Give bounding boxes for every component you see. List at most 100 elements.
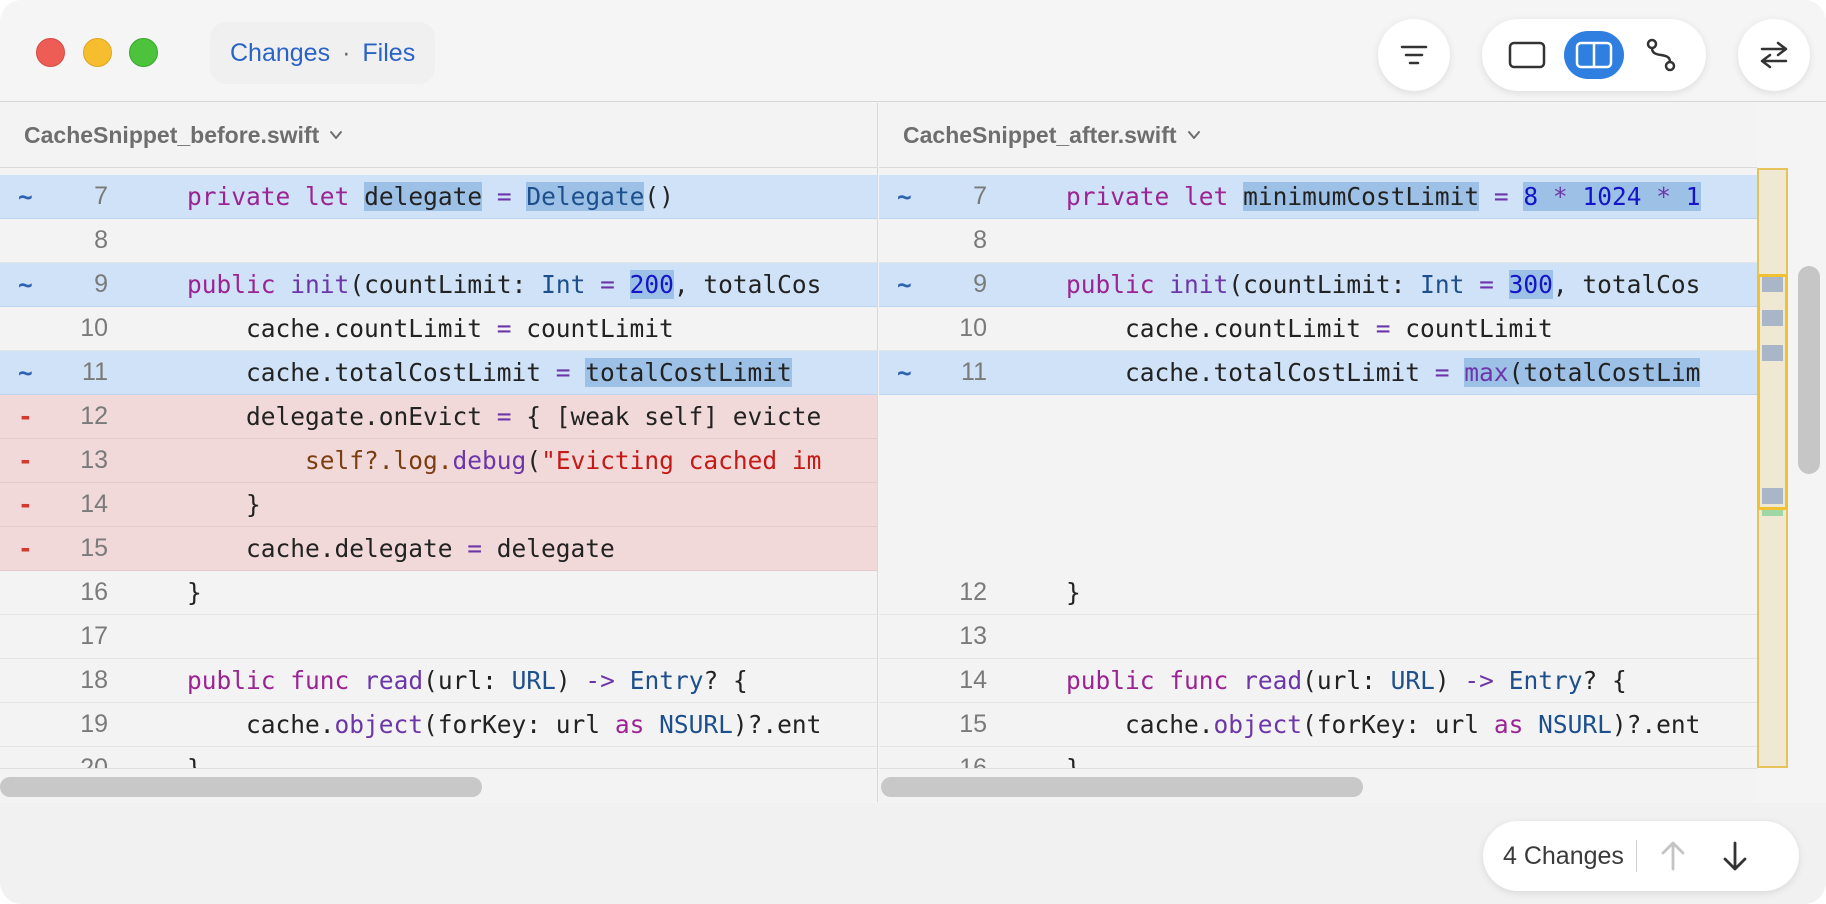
code-text: cache.object(forKey: url as NSURL)?.ent: [1125, 710, 1701, 739]
next-change-button[interactable]: [1709, 830, 1761, 882]
filter-button[interactable]: [1378, 19, 1450, 91]
diff-row[interactable]: - 15 cache.delegate = delegate: [0, 527, 877, 571]
left-horizontal-scrollbar[interactable]: [0, 768, 877, 802]
diff-row[interactable]: 10 cache.countLimit = countLimit: [879, 307, 1757, 351]
code-text: public init(countLimit: Int = 200, total…: [187, 270, 822, 299]
breadcrumb-changes[interactable]: Changes: [230, 39, 330, 68]
right-code-rows: ~ 7 private let minimumCostLimit = 8 * 1…: [879, 175, 1757, 768]
diff-row[interactable]: 12 }: [879, 571, 1757, 615]
minimap-viewport[interactable]: [1757, 274, 1788, 510]
diff-row[interactable]: 15 cache.object(forKey: url as NSURL)?.e…: [879, 703, 1757, 747]
line-number: 19: [80, 710, 108, 738]
change-navigator: 4 Changes: [1483, 821, 1799, 891]
code-text: cache.totalCostLimit = totalCostLimit: [128, 358, 792, 387]
diff-row[interactable]: 19 cache.object(forKey: url as NSURL)?.e…: [0, 703, 877, 747]
diff-minimap[interactable]: [1757, 168, 1788, 768]
diff-row[interactable]: 14 public func read(url: URL) -> Entry? …: [879, 659, 1757, 703]
right-scroll-thumb[interactable]: [881, 777, 1363, 797]
code-text: private let delegate = Delegate(): [187, 182, 674, 211]
line-number: 8: [973, 226, 987, 254]
commit-graph-icon: [1646, 38, 1675, 72]
line-number: 7: [94, 182, 108, 210]
diff-row[interactable]: 18 public func read(url: URL) -> Entry? …: [0, 659, 877, 703]
diff-window: Changes · Files CacheSnippet_before.swif…: [0, 0, 1826, 904]
change-marker: -: [18, 402, 33, 431]
diff-row[interactable]: ~ 11 cache.totalCostLimit = totalCostLim…: [0, 351, 877, 395]
line-number: 7: [973, 182, 987, 210]
close-window-button[interactable]: [36, 38, 65, 67]
breadcrumb-files[interactable]: Files: [362, 39, 415, 68]
line-number: 11: [82, 358, 108, 386]
change-marker: ~: [897, 182, 912, 211]
line-number: 17: [80, 622, 108, 650]
changes-count: 4 Changes: [1503, 841, 1624, 870]
left-file-selector[interactable]: CacheSnippet_before.swift: [0, 103, 877, 168]
diff-row[interactable]: ~ 9 public init(countLimit: Int = 300, t…: [879, 263, 1757, 307]
code-text: cache.countLimit = countLimit: [1007, 314, 1553, 343]
code-text: cache.object(forKey: url as NSURL)?.ent: [246, 710, 822, 739]
deletion-gap: [879, 395, 1757, 571]
line-number: 16: [959, 754, 987, 768]
diff-row[interactable]: ~ 11 cache.totalCostLimit = max(totalCos…: [879, 351, 1757, 395]
diff-row[interactable]: ~ 7 private let delegate = Delegate(): [0, 175, 877, 219]
chevron-down-icon: [330, 131, 343, 139]
line-number: 13: [959, 622, 987, 650]
diff-row[interactable]: ~ 9 public init(countLimit: Int = 200, t…: [0, 263, 877, 307]
code-text: }: [1007, 578, 1081, 607]
code-text: }: [128, 578, 202, 607]
diff-row[interactable]: 8: [0, 219, 877, 263]
single-pane-button[interactable]: [1497, 31, 1557, 79]
line-number: 13: [80, 446, 108, 474]
code-text: delegate.onEvict = { [weak self] evicte: [128, 402, 822, 431]
right-file-name: CacheSnippet_after.swift: [903, 121, 1177, 148]
code-text: }: [128, 754, 202, 768]
diff-row[interactable]: - 12 delegate.onEvict = { [weak self] ev…: [0, 395, 877, 439]
breadcrumb-separator: ·: [342, 38, 351, 67]
divider: [1635, 840, 1637, 872]
line-number: 12: [80, 402, 108, 430]
change-marker: ~: [18, 182, 33, 211]
diff-row[interactable]: 16 }: [0, 571, 877, 615]
change-marker: -: [18, 446, 33, 475]
diff-row[interactable]: 17: [0, 615, 877, 659]
left-code-rows: ~ 7 private let delegate = Delegate() 8 …: [0, 175, 877, 768]
commit-graph-button[interactable]: [1631, 31, 1691, 79]
diff-row[interactable]: 20 }: [0, 747, 877, 768]
diff-row[interactable]: ~ 7 private let minimumCostLimit = 8 * 1…: [879, 175, 1757, 219]
right-horizontal-scrollbar[interactable]: [879, 768, 1757, 802]
diff-row[interactable]: 16 }: [879, 747, 1757, 768]
minimize-window-button[interactable]: [83, 38, 112, 67]
diff-row[interactable]: - 14 }: [0, 483, 877, 527]
line-number: 10: [80, 314, 108, 342]
title-bar: Changes · Files: [0, 0, 1826, 102]
bottom-bar: 4 Changes: [0, 803, 1826, 904]
split-pane-button[interactable]: [1563, 31, 1624, 79]
arrow-down-icon: [1723, 841, 1747, 871]
vertical-scrollbar[interactable]: [1798, 168, 1820, 768]
change-marker: ~: [18, 270, 33, 299]
line-number: 10: [959, 314, 987, 342]
code-text: public init(countLimit: Int = 300, total…: [1066, 270, 1701, 299]
code-text: cache.delegate = delegate: [128, 534, 615, 563]
change-marker: -: [18, 534, 33, 563]
view-mode-control: [1482, 19, 1706, 91]
zoom-window-button[interactable]: [129, 38, 158, 67]
previous-change-button[interactable]: [1647, 830, 1699, 882]
diff-row[interactable]: 10 cache.countLimit = countLimit: [0, 307, 877, 351]
diff-row[interactable]: 13: [879, 615, 1757, 659]
left-scroll-thumb[interactable]: [0, 777, 482, 797]
line-number: 14: [959, 666, 987, 694]
split-pane-icon: [1575, 41, 1613, 69]
right-file-selector[interactable]: CacheSnippet_after.swift: [879, 103, 1757, 168]
code-text: public func read(url: URL) -> Entry? {: [1066, 666, 1627, 695]
line-number: 14: [80, 490, 108, 518]
code-text: self?.log.debug("Evicting cached im: [305, 446, 822, 475]
diff-row[interactable]: - 13 self?.log.debug("Evicting cached im: [0, 439, 877, 483]
vertical-scroll-thumb[interactable]: [1798, 266, 1820, 474]
arrow-up-icon: [1661, 841, 1685, 871]
chevron-down-icon: [1187, 131, 1200, 139]
swap-sides-button[interactable]: [1738, 19, 1810, 91]
diff-row[interactable]: 8: [879, 219, 1757, 263]
left-file-name: CacheSnippet_before.swift: [24, 121, 320, 148]
code-text: cache.countLimit = countLimit: [128, 314, 674, 343]
